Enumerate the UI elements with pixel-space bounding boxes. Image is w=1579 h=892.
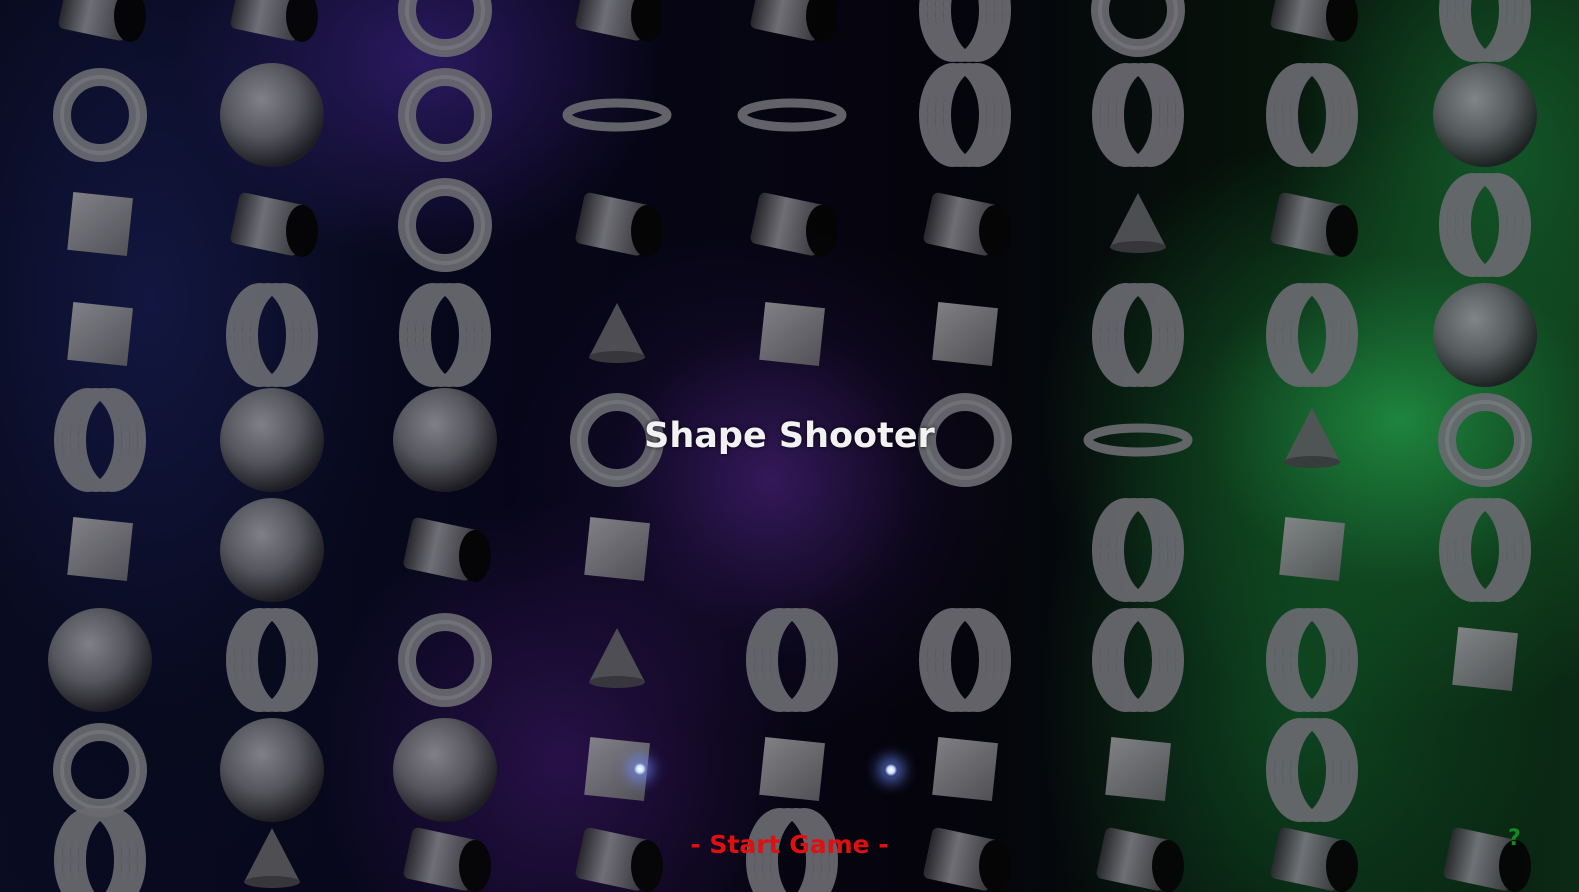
game-title-text: Shape Shooter <box>644 416 935 456</box>
sphere-shape <box>220 388 324 492</box>
cylinder-shape <box>230 192 318 257</box>
sphere-shape <box>48 608 152 712</box>
torus-shape <box>918 393 1012 487</box>
cone-shape <box>1284 408 1340 468</box>
cube-shape <box>1279 517 1345 581</box>
game-scene: Shape Shooter - Start Game - ? <box>0 0 1579 892</box>
sphere-shape <box>220 63 324 167</box>
spring-shape <box>226 608 318 712</box>
cube-shape <box>67 192 133 256</box>
cube-shape <box>759 302 825 366</box>
spring-shape <box>1266 718 1358 822</box>
spring-shape <box>919 0 1011 62</box>
cylinder-shape <box>750 192 838 257</box>
cylinder-shape <box>750 0 838 42</box>
cylinder-shape <box>575 192 663 257</box>
cube-shape <box>759 737 825 801</box>
help-button[interactable]: ? <box>1508 826 1521 851</box>
cylinder-shape <box>58 0 146 42</box>
cone-shape <box>589 303 645 363</box>
spring-shape <box>54 388 146 492</box>
spring-shape <box>1266 283 1358 387</box>
sphere-shape <box>1433 283 1537 387</box>
start-game-button[interactable]: - Start Game - <box>684 828 894 861</box>
cylinder-shape <box>1270 0 1358 42</box>
cylinder-shape <box>575 0 663 42</box>
spring-shape <box>399 283 491 387</box>
sphere-shape <box>393 718 497 822</box>
glowing-star-right <box>884 763 898 777</box>
cylinder-shape <box>403 517 491 582</box>
cube-shape <box>932 737 998 801</box>
torus-shape <box>398 68 492 162</box>
spring-shape <box>1439 498 1531 602</box>
torus-shape <box>1438 393 1532 487</box>
sphere-shape <box>393 388 497 492</box>
flatring-shape <box>1083 423 1193 457</box>
spring-shape <box>226 283 318 387</box>
cone-shape <box>1110 193 1166 253</box>
spring-shape <box>1092 608 1184 712</box>
spring-shape <box>1266 608 1358 712</box>
cube-shape <box>1452 627 1518 691</box>
spring-shape <box>919 608 1011 712</box>
torus-shape <box>398 178 492 272</box>
flatring-shape <box>562 98 672 132</box>
sphere-shape <box>220 718 324 822</box>
spring-shape <box>1092 63 1184 167</box>
spring-shape <box>1092 498 1184 602</box>
cone-shape <box>589 628 645 688</box>
cylinder-shape <box>230 0 318 42</box>
flatring-shape <box>737 98 847 132</box>
spring-shape <box>1092 283 1184 387</box>
cylinder-shape <box>1270 192 1358 257</box>
spring-shape <box>1266 63 1358 167</box>
cube-shape <box>67 517 133 581</box>
cube-shape <box>584 517 650 581</box>
spring-shape <box>1439 173 1531 277</box>
torus-shape <box>398 0 492 57</box>
torus-shape <box>1091 0 1185 57</box>
spring-shape <box>1439 0 1531 62</box>
torus-shape <box>53 723 147 817</box>
cube-shape <box>932 302 998 366</box>
cylinder-shape <box>923 192 1011 257</box>
cube-shape <box>1105 737 1171 801</box>
torus-shape <box>398 613 492 707</box>
spring-shape <box>746 608 838 712</box>
sphere-shape <box>1433 63 1537 167</box>
cube-shape <box>67 302 133 366</box>
torus-shape <box>53 68 147 162</box>
glowing-star-left <box>633 762 647 776</box>
spring-shape <box>919 63 1011 167</box>
sphere-shape <box>220 498 324 602</box>
